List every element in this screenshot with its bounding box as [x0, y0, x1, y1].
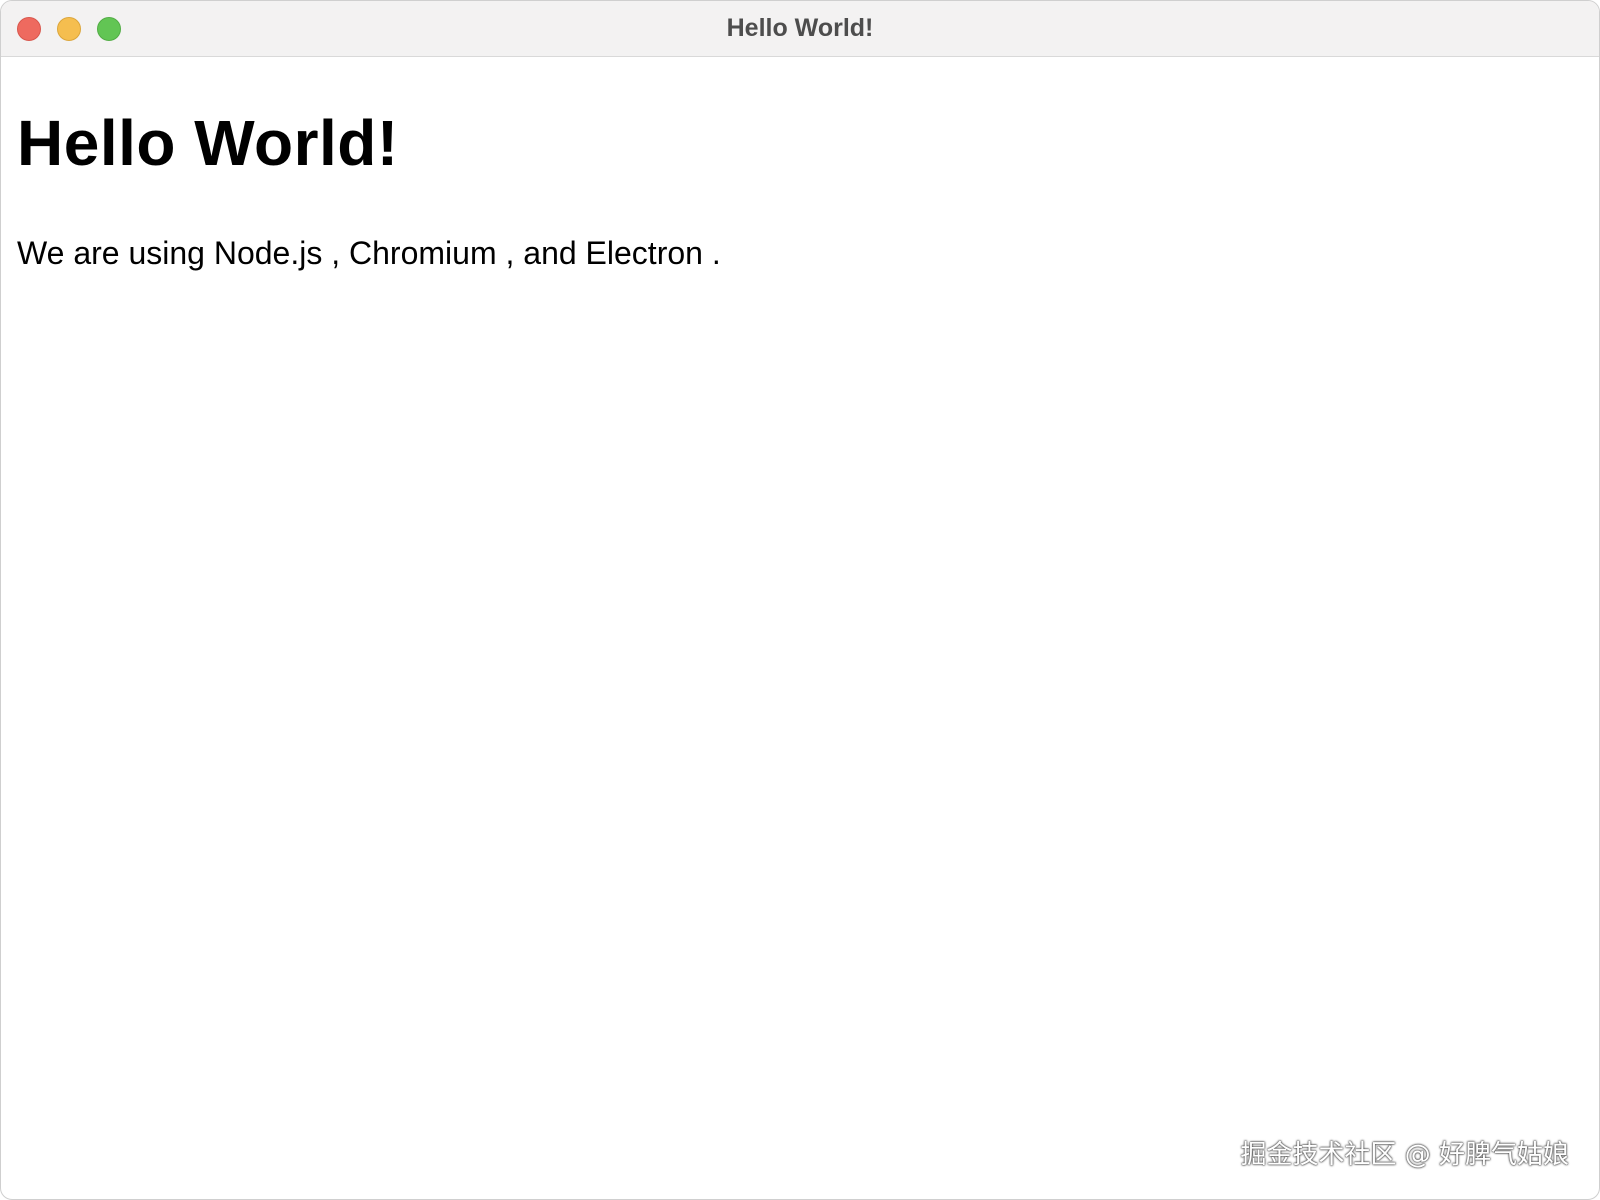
- chromium-version: Chromium: [349, 235, 497, 271]
- app-window: Hello World! Hello World! We are using N…: [0, 0, 1600, 1200]
- paragraph-separator-2: , and: [496, 235, 586, 271]
- page-heading: Hello World!: [17, 107, 399, 179]
- window-title: Hello World!: [726, 14, 874, 42]
- node-version: Node.js: [213, 235, 323, 271]
- watermark: 掘金技术社区 @ 好脾气姑娘: [1240, 1140, 1569, 1170]
- paragraph-separator-1: ,: [322, 235, 350, 271]
- electron-version: Electron: [585, 235, 703, 271]
- page-content: Hello World! We are using Node.js , Chro…: [17, 57, 1583, 1199]
- title-bar[interactable]: Hello World!: [1, 1, 1599, 57]
- versions-paragraph: We are using Node.js , Chromium , and El…: [17, 233, 721, 273]
- paragraph-suffix: .: [702, 235, 721, 271]
- paragraph-prefix: We are using: [17, 235, 214, 271]
